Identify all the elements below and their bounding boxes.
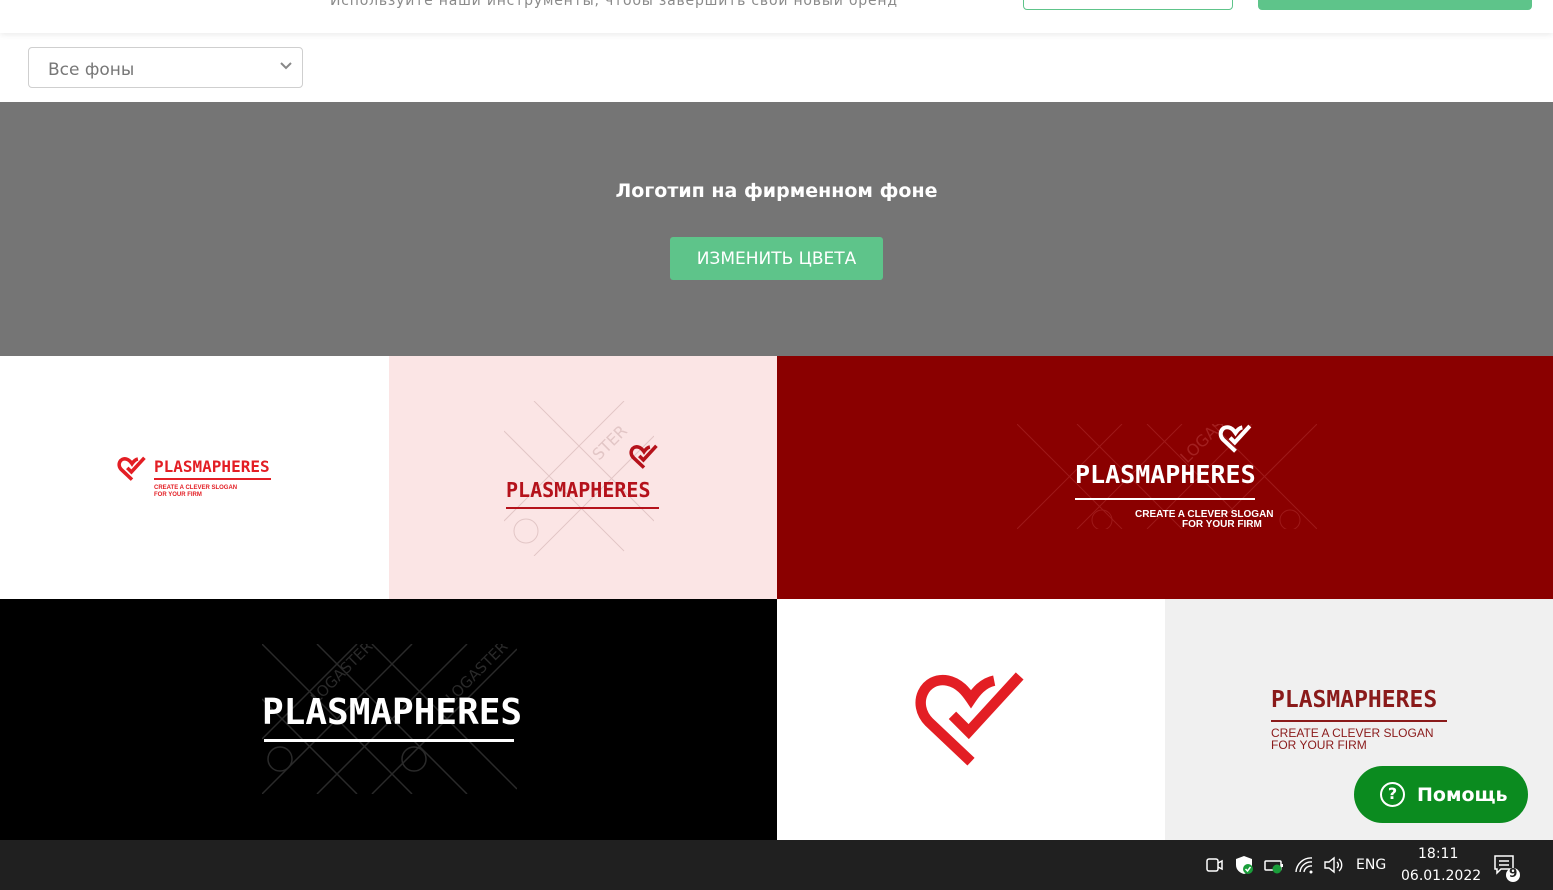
brand-slogan-line2: FOR YOUR FIRM: [154, 492, 202, 498]
brand-underline: [154, 478, 271, 480]
clock-time[interactable]: 18:11: [1418, 846, 1458, 862]
volume-icon[interactable]: [1322, 854, 1344, 876]
brand-underline: [1271, 720, 1447, 722]
os-taskbar: ENG 18:11 06.01.2022 9: [0, 840, 1553, 890]
brand-name: PLASMAPHERES: [1075, 460, 1256, 489]
help-button[interactable]: ? Помощь: [1354, 766, 1528, 823]
brand-background-banner: Логотип на фирменном фоне ИЗМЕНИТЬ ЦВЕТА: [0, 102, 1553, 356]
background-filter-select[interactable]: Все фоны: [28, 47, 303, 88]
header-primary-button[interactable]: [1258, 0, 1532, 10]
battery-icon[interactable]: [1263, 854, 1285, 876]
brand-underline: [264, 739, 514, 742]
question-icon: ?: [1380, 782, 1405, 807]
banner-title: Логотип на фирменном фоне: [615, 180, 938, 202]
logo-preview-pink[interactable]: STER PLASMAPHERES: [389, 356, 777, 599]
brand-underline: [1075, 498, 1255, 500]
brand-name: PLASMAPHERES: [1271, 687, 1438, 713]
heart-check-icon: [1218, 424, 1252, 453]
logo-preview-black[interactable]: LOGASTER LOGASTER PLASMAPHERES: [0, 599, 777, 840]
heart-check-icon: [629, 444, 658, 469]
filter-selected-value: Все фоны: [48, 60, 135, 80]
wifi-icon[interactable]: [1293, 854, 1315, 876]
meet-now-icon[interactable]: [1203, 854, 1225, 876]
chevron-down-icon: [280, 62, 292, 70]
top-header: Используйте наши инструменты, чтобы заве…: [0, 0, 1553, 33]
svg-text:STER: STER: [588, 421, 631, 464]
heart-check-icon: [117, 456, 146, 481]
brand-slogan-line2: FOR YOUR FIRM: [1271, 738, 1367, 752]
security-shield-icon[interactable]: [1233, 854, 1255, 876]
brand-name: PLASMAPHERES: [154, 457, 270, 476]
change-colors-button[interactable]: ИЗМЕНИТЬ ЦВЕТА: [670, 237, 883, 280]
clock-date[interactable]: 06.01.2022: [1401, 868, 1481, 884]
header-subtitle: Используйте наши инструменты, чтобы заве…: [330, 0, 898, 9]
help-label: Помощь: [1417, 784, 1508, 806]
heart-check-icon: [915, 672, 1024, 766]
brand-slogan-line1: CREATE A CLEVER SLOGAN: [154, 485, 238, 491]
logo-preview-dark-red[interactable]: LOGASTER PLASMAPHERES CREATE A CLEVER SL…: [777, 356, 1553, 599]
notifications-icon[interactable]: [1493, 853, 1523, 883]
logo-preview-icon-only[interactable]: [777, 599, 1165, 840]
brand-slogan-line2: FOR YOUR FIRM: [1182, 519, 1262, 530]
header-secondary-button[interactable]: [1023, 0, 1233, 10]
brand-name: PLASMAPHERES: [506, 478, 651, 502]
notification-count: 9: [1509, 866, 1518, 880]
brand-name: PLASMAPHERES: [262, 692, 523, 733]
input-language[interactable]: ENG: [1356, 857, 1386, 873]
logo-preview-white[interactable]: PLASMAPHERES CREATE A CLEVER SLOGAN FOR …: [0, 356, 389, 599]
brand-underline: [506, 507, 659, 509]
